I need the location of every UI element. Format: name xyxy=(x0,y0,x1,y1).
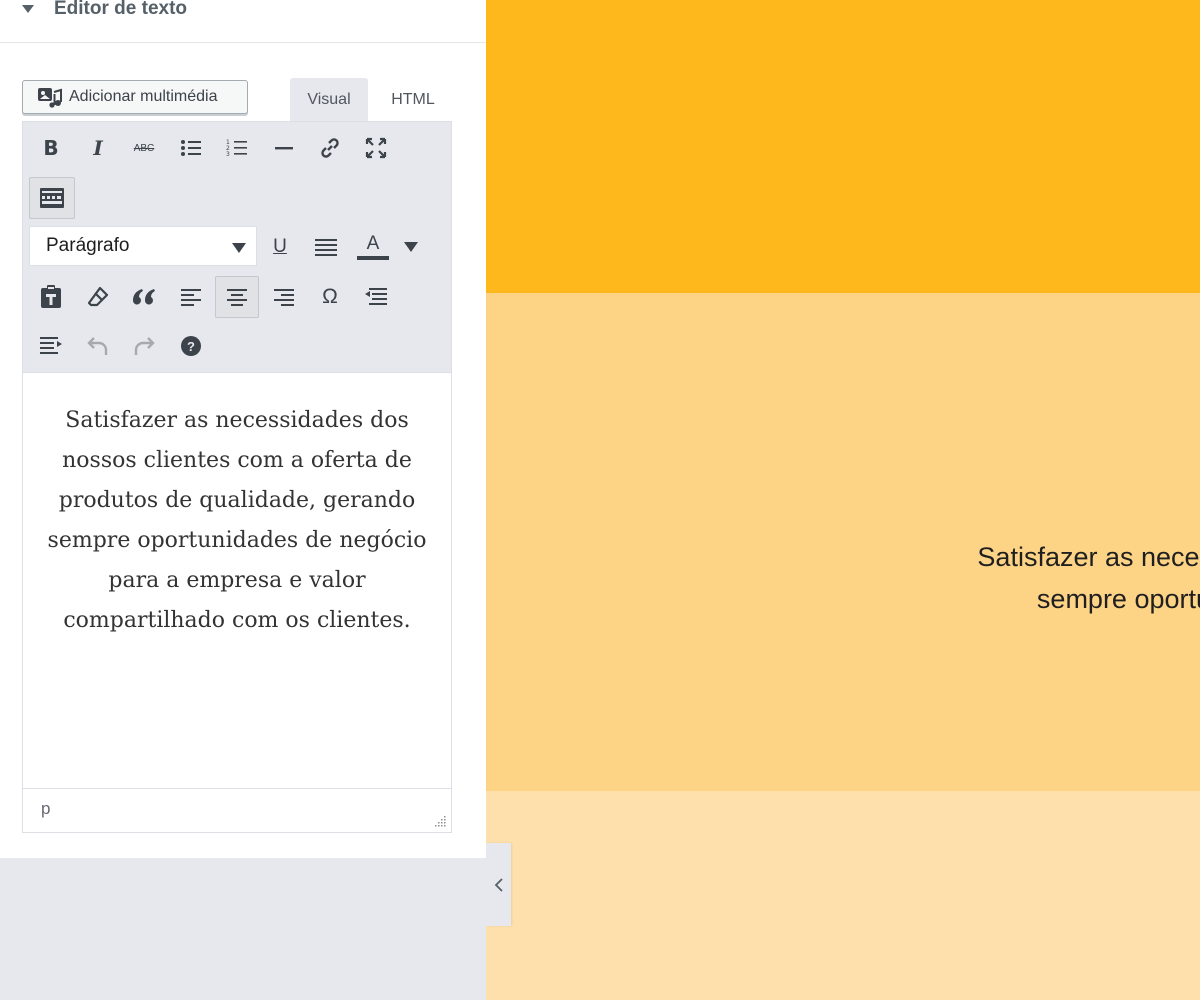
text-color-button[interactable]: A xyxy=(351,226,395,268)
numbered-list-icon: 1 2 3 xyxy=(226,139,247,158)
resize-handle-icon[interactable] xyxy=(433,814,447,828)
dropdown-arrow-icon xyxy=(232,243,246,253)
horizontal-line-icon xyxy=(275,147,293,150)
bulleted-list-icon xyxy=(181,140,201,156)
redo-icon xyxy=(134,337,155,355)
tab-visual[interactable]: Visual xyxy=(290,78,368,122)
element-path[interactable]: p xyxy=(41,799,50,819)
fullscreen-icon xyxy=(365,137,387,159)
chevron-left-icon xyxy=(494,877,503,892)
clear-formatting-button[interactable] xyxy=(76,276,120,318)
link-icon xyxy=(321,138,339,158)
paragraph-format-select[interactable]: Parágrafo xyxy=(29,226,257,266)
italic-icon: I xyxy=(93,136,103,160)
editor-content-area[interactable]: Satisfazer as necessidades dos nossos cl… xyxy=(23,373,451,788)
preview-canvas: Satisfazer as necessida sempre oportunid… xyxy=(486,0,1200,1000)
justify-icon xyxy=(315,239,337,256)
redo-button[interactable] xyxy=(122,325,166,367)
quote-icon xyxy=(132,289,155,305)
preview-text-block[interactable]: Satisfazer as necessida sempre oportunid… xyxy=(870,536,1200,620)
underline-icon: U xyxy=(273,236,287,257)
special-character-button[interactable]: Ω xyxy=(308,276,352,318)
bulleted-list-button[interactable] xyxy=(169,127,213,169)
align-left-icon xyxy=(181,289,201,306)
align-left-button[interactable] xyxy=(169,276,213,318)
preview-text-line-2: sempre oportunidad xyxy=(1036,584,1200,614)
indent-button[interactable] xyxy=(29,325,73,367)
paste-text-button[interactable] xyxy=(29,276,73,318)
strikethrough-icon: ABC xyxy=(133,142,155,154)
tab-html[interactable]: HTML xyxy=(374,78,452,122)
section-title: Editor de texto xyxy=(54,0,188,19)
add-media-label: Adicionar multimédia xyxy=(69,88,218,105)
justify-button[interactable] xyxy=(304,226,348,268)
text-color-dropdown[interactable] xyxy=(395,226,427,268)
bold-icon: B xyxy=(43,136,59,160)
strikethrough-button[interactable]: ABC xyxy=(122,127,166,169)
format-select-value: Parágrafo xyxy=(46,235,130,256)
text-color-icon: A xyxy=(366,233,380,254)
fullscreen-button[interactable] xyxy=(354,127,398,169)
numbered-list-button[interactable]: 1 2 3 xyxy=(215,127,259,169)
align-center-button[interactable] xyxy=(215,276,259,318)
align-center-icon xyxy=(227,289,247,306)
rich-text-editor: B I ABC 1 2 3 Parágrafo U A Ω ? Satisfaz… xyxy=(22,121,452,833)
outdent-button[interactable] xyxy=(354,276,398,318)
editor-statusbar: p xyxy=(23,788,451,832)
bold-button[interactable]: B xyxy=(29,127,73,169)
blockquote-button[interactable] xyxy=(122,276,166,318)
outdent-icon xyxy=(365,288,387,305)
insert-link-button[interactable] xyxy=(308,127,352,169)
preview-text-line-1: Satisfazer as necessida xyxy=(977,542,1200,572)
add-media-button[interactable]: Adicionar multimédia xyxy=(22,80,248,114)
section-header[interactable]: Editor de texto xyxy=(0,0,486,43)
editor-toolbar: B I ABC 1 2 3 Parágrafo U A Ω ? xyxy=(23,122,451,373)
horizontal-line-button[interactable] xyxy=(262,127,306,169)
panel-footer-area xyxy=(0,858,486,1000)
editor-panel: Editor de texto Adicionar multimédia Vis… xyxy=(0,0,486,858)
italic-button[interactable]: I xyxy=(76,127,120,169)
text-color-swatch xyxy=(357,256,389,260)
chevron-down-icon xyxy=(404,242,418,252)
caret-down-icon[interactable] xyxy=(22,5,34,13)
align-right-icon xyxy=(274,289,294,306)
undo-button[interactable] xyxy=(76,325,120,367)
clipboard-icon xyxy=(41,285,61,308)
collapse-panel-button[interactable] xyxy=(486,843,511,926)
omega-icon: Ω xyxy=(322,285,338,308)
eraser-icon xyxy=(87,286,109,307)
svg-text:3: 3 xyxy=(226,151,230,158)
editor-content-text[interactable]: Satisfazer as necessidades dos nossos cl… xyxy=(43,401,431,641)
underline-button[interactable]: U xyxy=(258,226,302,268)
help-button[interactable]: ? xyxy=(169,325,213,367)
toolbar-toggle-button[interactable] xyxy=(29,177,75,219)
help-icon: ? xyxy=(181,336,201,356)
keyboard-icon xyxy=(40,188,64,208)
indent-icon xyxy=(40,337,62,354)
undo-icon xyxy=(87,337,108,355)
media-icon xyxy=(38,88,62,108)
align-right-button[interactable] xyxy=(262,276,306,318)
